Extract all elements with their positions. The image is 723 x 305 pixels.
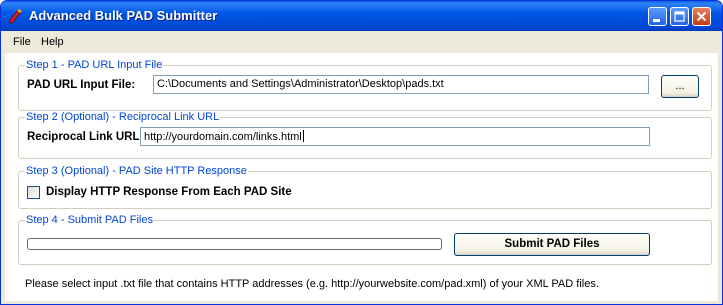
pad-url-input-file-field[interactable]: C:\Documents and Settings\Administrator\… bbox=[153, 75, 649, 94]
step4-group: Step 4 - Submit PAD Files Submit PAD Fil… bbox=[18, 214, 712, 265]
step1-group: Step 1 - PAD URL Input File PAD URL Inpu… bbox=[18, 59, 712, 111]
close-icon bbox=[696, 11, 707, 22]
http-response-checkbox[interactable] bbox=[27, 186, 40, 199]
menu-file[interactable]: File bbox=[13, 36, 31, 48]
reciprocal-link-url-value: http://yourdomain.com/links.html bbox=[144, 131, 302, 143]
window-title: Advanced Bulk PAD Submitter bbox=[29, 8, 218, 23]
app-window: Advanced Bulk PAD Submitter File Help St… bbox=[0, 0, 723, 305]
reciprocal-link-url-field[interactable]: http://yourdomain.com/links.html bbox=[140, 127, 650, 146]
title-bar[interactable]: Advanced Bulk PAD Submitter bbox=[1, 1, 722, 31]
menu-help[interactable]: Help bbox=[41, 36, 64, 48]
step2-legend: Step 2 (Optional) - Reciprocal Link URL bbox=[25, 111, 221, 123]
reciprocal-link-url-label: Reciprocal Link URL: bbox=[27, 131, 144, 143]
minimize-icon bbox=[653, 19, 660, 22]
app-icon bbox=[8, 9, 22, 24]
step3-legend: Step 3 (Optional) - PAD Site HTTP Respon… bbox=[25, 165, 248, 177]
text-caret bbox=[302, 130, 304, 142]
close-button[interactable] bbox=[692, 7, 711, 26]
step3-group: Step 3 (Optional) - PAD Site HTTP Respon… bbox=[18, 165, 712, 209]
maximize-icon bbox=[674, 11, 685, 22]
browse-button[interactable]: ... bbox=[661, 75, 699, 98]
maximize-button[interactable] bbox=[670, 7, 689, 26]
pad-url-input-file-label: PAD URL Input File: bbox=[27, 79, 136, 91]
main-panel: Step 1 - PAD URL Input File PAD URL Inpu… bbox=[5, 53, 718, 301]
status-message: Please select input .txt file that conta… bbox=[25, 278, 599, 290]
http-response-checkbox-label[interactable]: Display HTTP Response From Each PAD Site bbox=[46, 186, 292, 198]
minimize-button[interactable] bbox=[648, 7, 667, 26]
submit-progress-bar bbox=[27, 238, 442, 250]
step1-legend: Step 1 - PAD URL Input File bbox=[25, 59, 164, 71]
step4-legend: Step 4 - Submit PAD Files bbox=[25, 214, 154, 226]
submit-pad-files-button[interactable]: Submit PAD Files bbox=[454, 233, 650, 256]
menu-bar: File Help bbox=[1, 32, 722, 52]
step2-group: Step 2 (Optional) - Reciprocal Link URL … bbox=[18, 111, 712, 159]
